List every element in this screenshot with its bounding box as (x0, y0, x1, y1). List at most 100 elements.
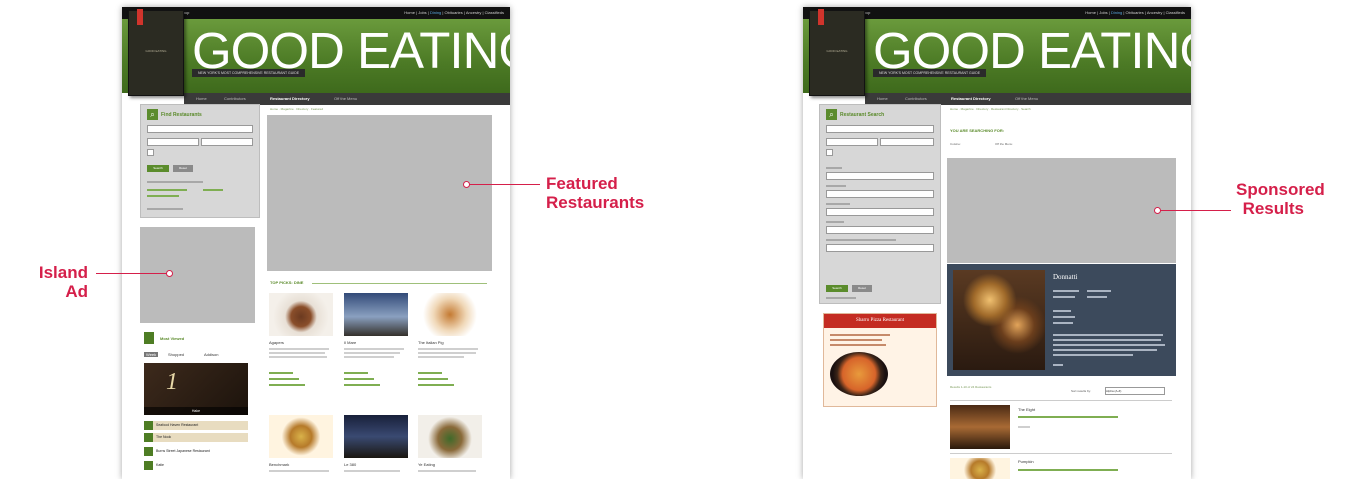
result-title[interactable]: The Eight (1018, 407, 1035, 412)
feature-more-link[interactable] (1053, 364, 1063, 366)
popular-link[interactable] (147, 189, 187, 191)
featured-listing-name[interactable]: Donnatti (1053, 273, 1078, 281)
feature-text-line (1053, 296, 1075, 298)
featured-listing-photo[interactable] (953, 270, 1045, 370)
result-title[interactable]: Pumpkin (1018, 459, 1034, 464)
location-select[interactable] (147, 138, 199, 146)
restaurant-card-photo[interactable] (344, 293, 408, 336)
guide-book-image: GOOD EATING (809, 9, 865, 96)
sort-label: Sort results by: (1071, 389, 1092, 393)
card-desc-line (418, 352, 476, 354)
tab-addison[interactable]: Addison (204, 352, 218, 357)
cuisine-select[interactable] (880, 138, 934, 146)
ad-banner-title: Sbarro Pizza Restaurant (824, 314, 936, 328)
card-desc-line (269, 470, 329, 472)
utility-link-jobs[interactable]: Jobs (1099, 10, 1107, 15)
reset-button[interactable]: Reset (173, 165, 193, 172)
callout-sponsored-results: Sponsored Results (1236, 180, 1325, 218)
filter-cuisine-select[interactable] (826, 190, 934, 198)
late-night-checkbox[interactable] (826, 149, 833, 156)
rank-item-label: Burns Street Japanese Restaurant (156, 449, 210, 453)
tab-shopped[interactable]: Shopped (168, 352, 184, 357)
rank-item[interactable]: The Nook (144, 433, 248, 442)
search-button[interactable]: Search (826, 285, 848, 292)
nav-restaurant-directory[interactable]: Restaurant Directory (951, 93, 991, 105)
reset-button[interactable]: Reset (852, 285, 872, 292)
restaurant-card-title[interactable]: Il Mare (344, 340, 356, 345)
query-label: Cuisine: (950, 142, 961, 146)
nav-off-the-menu[interactable]: Off the Menu (1015, 93, 1038, 105)
results-rule (950, 453, 1172, 454)
utility-link-jobs[interactable]: Jobs (418, 10, 426, 15)
card-desc-line (269, 352, 325, 354)
utility-link-home[interactable]: Home (404, 10, 415, 15)
rank-item[interactable]: Burns Street Japanese Restaurant (144, 447, 248, 456)
filter-price-select[interactable] (826, 172, 934, 180)
tab-week[interactable]: Week (144, 352, 159, 357)
search-tips-link[interactable] (826, 297, 856, 299)
rank-item[interactable]: Seafood Haven Restaurant (144, 421, 248, 430)
featured-listing-panel[interactable]: Donnatti (947, 264, 1176, 376)
utility-link-classifieds[interactable]: Classifieds (485, 10, 504, 15)
cuisine-select[interactable] (201, 138, 253, 146)
restaurant-card-title[interactable]: Benchmark (269, 462, 289, 467)
utility-link-ancestry[interactable]: Ancestry (1147, 10, 1163, 15)
featured-restaurants-placeholder[interactable] (267, 115, 492, 271)
popular-link[interactable] (203, 189, 223, 191)
restaurant-card-photo[interactable] (269, 415, 333, 458)
restaurant-card-title[interactable]: Ye Eating (418, 462, 435, 467)
late-night-checkbox[interactable] (147, 149, 154, 156)
card-meta (269, 372, 293, 374)
nav-off-the-menu[interactable]: Off the Menu (334, 93, 357, 105)
popular-link[interactable] (147, 195, 179, 197)
callout-marker-dot (166, 270, 173, 277)
restaurant-card-photo[interactable] (418, 293, 482, 336)
sort-select[interactable]: Alpha (A-Z) (1105, 387, 1165, 395)
result-more[interactable] (1018, 426, 1030, 428)
breadcrumb[interactable]: Home · Magazine · Directory · Featured (270, 107, 323, 111)
restaurant-card-photo[interactable] (269, 293, 333, 336)
nav-restaurant-directory[interactable]: Restaurant Directory (270, 93, 310, 105)
restaurant-card-title[interactable]: The Italian Pig (418, 340, 444, 345)
utility-link-home[interactable]: Home (1085, 10, 1096, 15)
feature-text-line (1053, 344, 1165, 346)
filter-attire-select[interactable] (826, 226, 934, 234)
utility-link-obituaries[interactable]: Obituaries (445, 10, 463, 15)
card-desc-line (344, 356, 394, 358)
location-select[interactable] (826, 138, 878, 146)
box-title: Find Restaurants (161, 112, 202, 118)
restaurant-card-photo[interactable] (418, 415, 482, 458)
utility-link-ancestry[interactable]: Ancestry (466, 10, 482, 15)
feature-text-line (1053, 334, 1163, 336)
card-meta (344, 378, 374, 380)
island-ad-pizza[interactable]: Sbarro Pizza Restaurant (823, 313, 937, 407)
search-input[interactable] (147, 125, 253, 133)
feature-text-line (1053, 322, 1073, 324)
search-tips-link[interactable] (147, 208, 183, 210)
restaurant-card-title[interactable]: Agapers (269, 340, 284, 345)
card-meta (344, 372, 368, 374)
page-mockup-search-results: Subscribe | ✉ Good Eating Signup Home | … (803, 7, 1191, 479)
utility-link-obituaries[interactable]: Obituaries (1126, 10, 1144, 15)
filter-mealtime-select[interactable] (826, 208, 934, 216)
restaurant-card-title[interactable]: Le 380 (344, 462, 356, 467)
card-desc-line (344, 348, 404, 350)
most-viewed-photo[interactable]: 1 Hake (144, 363, 248, 415)
restaurant-card-photo[interactable] (344, 415, 408, 458)
utility-link-dining[interactable]: Dining (430, 10, 441, 15)
result-photo[interactable] (950, 458, 1010, 479)
utility-link-classifieds[interactable]: Classifieds (1166, 10, 1185, 15)
search-icon: ⌕ (826, 109, 837, 120)
breadcrumb[interactable]: Home · Magazine · Directory · Restaurant… (950, 107, 1031, 111)
utility-link-dining[interactable]: Dining (1111, 10, 1122, 15)
search-button[interactable]: Search (147, 165, 169, 172)
card-meta (418, 372, 442, 374)
rank-item[interactable]: Katie (144, 461, 248, 470)
sponsored-results-placeholder[interactable] (947, 158, 1176, 263)
result-photo[interactable] (950, 405, 1010, 449)
island-ad-placeholder[interactable] (140, 227, 255, 323)
filter-extra-select[interactable] (826, 244, 934, 252)
top-picks-title: TOP PICKS: DINE (270, 280, 304, 285)
search-input[interactable] (826, 125, 934, 133)
most-viewed-icon (144, 332, 154, 344)
